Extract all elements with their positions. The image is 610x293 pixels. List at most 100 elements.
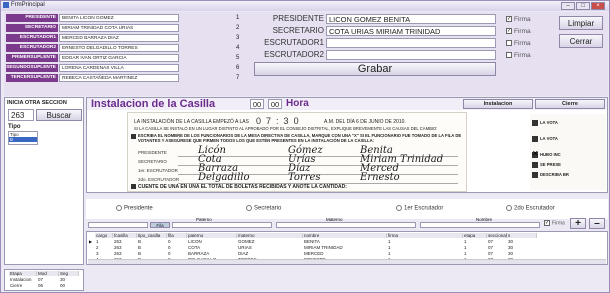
list-item[interactable]: B xyxy=(9,137,37,142)
column-header[interactable]: fila xyxy=(167,233,187,238)
table-cell[interactable]: 07 xyxy=(487,245,507,250)
table-cell[interactable]: BARRAZA xyxy=(187,251,237,256)
column-header[interactable]: Mod xyxy=(37,271,59,276)
official-input[interactable]: REBECA CASTAÑEDA MARTINEZ xyxy=(59,74,179,82)
role-radio[interactable]: Secretario xyxy=(246,205,281,212)
table-cell[interactable]: DIAZ xyxy=(237,251,303,256)
table-cell[interactable]: 1 xyxy=(463,239,487,244)
add-button[interactable]: + xyxy=(570,218,586,229)
materno-input[interactable] xyxy=(276,222,416,228)
firma-checkbox[interactable]: ✓ Firma xyxy=(506,28,531,35)
firma-checkbox[interactable]: Firma xyxy=(506,52,531,59)
firma-checkbox[interactable]: ✓ Firma xyxy=(506,16,531,23)
role-radio[interactable]: 2do Escrutador xyxy=(506,205,555,212)
role-input[interactable]: COTA URIAS MIRIAM TRINIDAD xyxy=(326,26,496,36)
table-cell[interactable]: B xyxy=(137,245,167,250)
paterno-input[interactable] xyxy=(172,222,272,228)
official-input[interactable]: ERNESTO DELGADILLO TORRES xyxy=(59,44,179,52)
official-input[interactable]: EDGAR IVAN ORTIZ GARCIA xyxy=(59,54,179,62)
firma-checkbox[interactable]: ✓ Firma xyxy=(544,220,565,226)
column-header[interactable]: firma xyxy=(387,233,463,238)
table-cell[interactable]: Instalacion xyxy=(9,277,37,282)
horizontal-scrollbar[interactable] xyxy=(88,259,606,264)
row-selector[interactable] xyxy=(89,245,94,250)
table-cell[interactable]: 3 xyxy=(95,251,113,256)
table-cell[interactable]: BENITA xyxy=(303,239,387,244)
table-cell[interactable]: 0 xyxy=(167,251,187,256)
table-cell[interactable]: 07 xyxy=(487,239,507,244)
table-cell[interactable]: MIRIAM TRINIDAD xyxy=(303,245,387,250)
table-cell[interactable]: LICON xyxy=(187,239,237,244)
minute-input[interactable]: 00 xyxy=(268,99,282,109)
table-cell[interactable]: URIAS xyxy=(237,245,303,250)
table-cell[interactable]: 06 xyxy=(37,283,59,288)
table-cell[interactable]: 263 xyxy=(113,239,137,244)
table-cell[interactable]: 00 xyxy=(59,283,79,288)
role-input[interactable] xyxy=(326,38,496,48)
close-icon[interactable]: × xyxy=(591,2,605,10)
role-input[interactable]: LICON GOMEZ BENITA xyxy=(326,14,496,24)
table-cell[interactable]: 1 xyxy=(387,239,463,244)
table-cell[interactable]: B xyxy=(137,251,167,256)
column-header[interactable]: seccional xyxy=(487,233,507,238)
close-button[interactable]: Cerrar xyxy=(559,34,603,48)
table-cell[interactable]: 30 xyxy=(507,245,537,250)
column-header[interactable]: etapa xyxy=(463,233,487,238)
hour-input[interactable]: 00 xyxy=(250,99,264,109)
table-cell[interactable]: 1 xyxy=(387,251,463,256)
maximize-icon[interactable]: □ xyxy=(576,2,590,10)
column-header[interactable]: s xyxy=(507,233,537,238)
role-radio[interactable]: 1er Escrutador xyxy=(396,205,443,212)
table-cell[interactable]: 0 xyxy=(167,239,187,244)
search-button[interactable]: Buscar xyxy=(36,109,82,121)
table-cell[interactable]: 2 xyxy=(95,245,113,250)
official-input[interactable]: BENITA LICON GOMEZ xyxy=(59,14,179,22)
table-cell[interactable]: 1 xyxy=(463,245,487,250)
table-cell[interactable]: B xyxy=(137,239,167,244)
remove-button[interactable]: – xyxy=(589,218,605,229)
table-cell[interactable]: GOMEZ xyxy=(237,239,303,244)
column-header[interactable]: Seg xyxy=(59,271,79,276)
column-header[interactable]: tipo_casilla xyxy=(137,233,167,238)
column-header[interactable]: materno xyxy=(237,233,303,238)
row-selector[interactable] xyxy=(89,251,94,256)
tipo-list[interactable]: Tipo B xyxy=(8,131,38,145)
fila-button[interactable]: Fila xyxy=(150,222,170,228)
table-cell[interactable]: 1 xyxy=(387,245,463,250)
table-cell[interactable]: Cierre xyxy=(9,283,37,288)
section-header: INICIA OTRA SECCION xyxy=(7,100,67,106)
tab-cierre[interactable]: Cierre xyxy=(535,99,605,109)
table-cell[interactable]: 07 xyxy=(487,251,507,256)
fila-input[interactable] xyxy=(88,222,148,228)
official-label: PRESIDENTE xyxy=(6,14,58,22)
section-input[interactable]: 263 xyxy=(8,109,34,121)
table-cell[interactable]: 1 xyxy=(95,239,113,244)
table-cell[interactable]: MERCED xyxy=(303,251,387,256)
table-cell[interactable]: COTA xyxy=(187,245,237,250)
nombre-input[interactable] xyxy=(420,222,540,228)
column-header[interactable]: fcasilla xyxy=(113,233,137,238)
table-cell[interactable]: 07 xyxy=(37,277,59,282)
official-input[interactable]: MERCED BARRAZA DIAZ xyxy=(59,34,179,42)
official-input[interactable]: LORENA CARDENAS VILLA xyxy=(59,64,179,72)
tab-instalacion[interactable]: Instalacion xyxy=(463,99,533,109)
minimize-icon[interactable]: – xyxy=(561,2,575,10)
column-header[interactable]: cargo xyxy=(95,233,113,238)
row-selector[interactable]: ▶ xyxy=(89,239,94,244)
table-cell[interactable]: 30 xyxy=(507,239,537,244)
save-button[interactable]: Grabar xyxy=(254,62,496,76)
table-cell[interactable]: 30 xyxy=(507,251,537,256)
column-header[interactable]: Etapa xyxy=(9,271,37,276)
role-input[interactable] xyxy=(326,50,496,60)
table-cell[interactable]: 263 xyxy=(113,245,137,250)
table-cell[interactable]: 30 xyxy=(59,277,79,282)
table-cell[interactable]: 0 xyxy=(167,245,187,250)
clear-button[interactable]: Limpiar xyxy=(559,16,603,30)
role-radio[interactable]: Presidente xyxy=(116,205,153,212)
table-cell[interactable]: 1 xyxy=(463,251,487,256)
table-cell[interactable]: 263 xyxy=(113,251,137,256)
column-header[interactable]: nombre xyxy=(303,233,387,238)
official-input[interactable]: MIRIAM TRINIDAD COTA URIAS xyxy=(59,24,179,32)
column-header[interactable]: paterno xyxy=(187,233,237,238)
firma-checkbox[interactable]: Firma xyxy=(506,40,531,47)
